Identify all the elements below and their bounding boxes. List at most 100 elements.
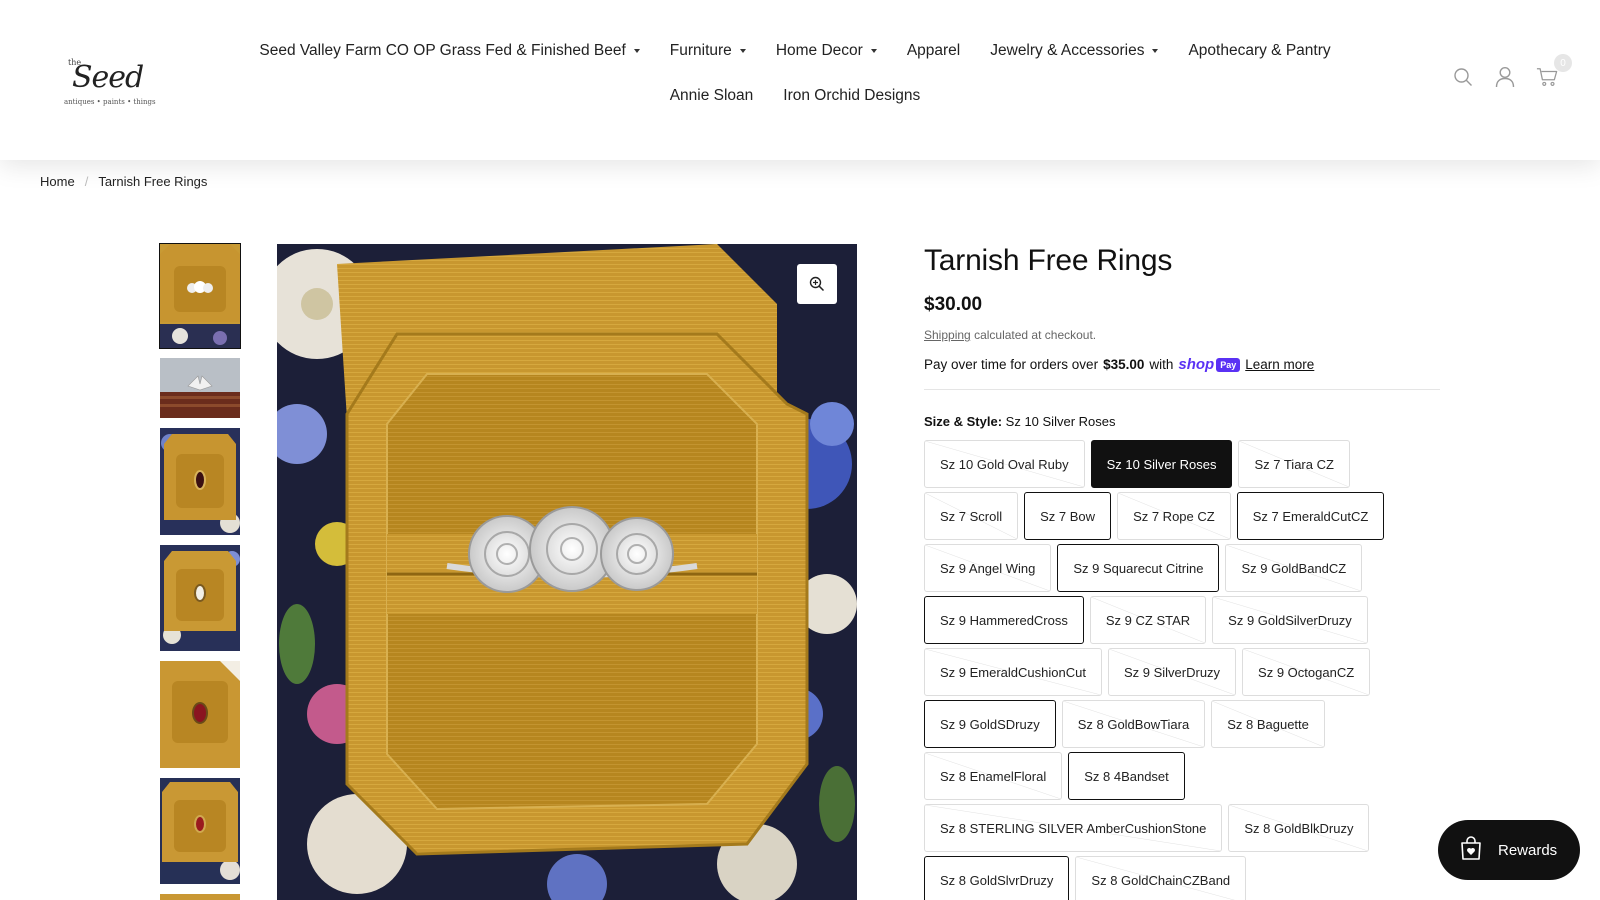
variant-option-label: Sz 7 Tiara CZ [1254,456,1334,472]
variant-option[interactable]: Sz 9 GoldSilverDruzy [1212,596,1368,644]
thumbnail-7[interactable] [160,894,240,900]
nav-item-3[interactable]: Apparel [892,40,975,62]
chevron-down-icon [633,49,640,53]
chevron-down-icon [739,49,746,53]
variant-option[interactable]: Sz 9 SilverDruzy [1107,648,1237,696]
shipping-text: calculated at checkout. [974,328,1097,342]
variant-option-label: Sz 9 Squarecut Citrine [1073,560,1204,576]
variant-option[interactable]: Sz 9 EmeraldCushionCut [924,648,1102,696]
nav-item-1[interactable]: Furniture [655,40,761,62]
option-name: Size & Style: [924,414,1003,429]
variant-option[interactable]: Sz 9 HammeredCross [924,596,1084,644]
thumbnail-4[interactable] [160,545,240,651]
variant-option-label: Sz 9 GoldSilverDruzy [1228,612,1352,628]
installments-with: with [1149,357,1174,372]
variant-option-label: Sz 7 Rope CZ [1133,508,1215,524]
nav-item-6[interactable]: Annie Sloan [655,85,769,107]
variant-option[interactable]: Sz 7 Rope CZ [1117,492,1231,540]
variant-option-label: Sz 7 Bow [1040,508,1096,524]
variant-option-label: Sz 9 Angel Wing [940,560,1036,576]
shop-pay-wordmark: shop [1178,356,1215,373]
variant-option-label: Sz 8 GoldSlvrDruzy [940,872,1054,888]
nav-item-label: Annie Sloan [669,87,754,104]
nav-item-label: Seed Valley Farm CO OP Grass Fed & Finis… [259,42,626,59]
product-title: Tarnish Free Rings [924,244,1173,277]
cart-icon[interactable]: 0 [1536,54,1572,88]
rewards-label: Rewards [1498,841,1558,859]
variant-option[interactable]: Sz 8 EnamelFloral [924,752,1063,800]
site-header: the Seed antiques • paints • things Seed… [0,0,1600,160]
variant-option[interactable]: Sz 8 GoldSlvrDruzy [924,856,1070,900]
nav-item-0[interactable]: Seed Valley Farm CO OP Grass Fed & Finis… [244,40,654,62]
product-info: Tarnish Free Rings $30.00 Shipping calcu… [924,244,1440,900]
thumbnail-6[interactable] [160,778,240,884]
variant-option-label: Sz 8 GoldBlkDruzy [1244,820,1354,836]
variant-option-label: Sz 9 GoldBandCZ [1241,560,1347,576]
chevron-down-icon [1152,49,1159,53]
installments-message: Pay over time for orders over $35.00 wit… [924,356,1440,373]
variant-option-label: Sz 8 Baguette [1227,716,1309,732]
store-logo[interactable]: the Seed antiques • paints • things [62,56,156,114]
thumbnail-1[interactable] [159,243,241,349]
variant-option[interactable]: Sz 9 GoldSDruzy [924,700,1056,748]
variant-option[interactable]: Sz 7 Bow [1024,492,1112,540]
variant-option[interactable]: Sz 8 STERLING SILVER AmberCushionStone [924,804,1223,852]
rewards-launcher[interactable]: Rewards [1438,820,1580,880]
variant-option-label: Sz 8 EnamelFloral [940,768,1047,784]
variant-option-label: Sz 9 SilverDruzy [1123,664,1221,680]
variant-option-label: Sz 9 OctoganCZ [1258,664,1355,680]
zoom-in-icon[interactable] [797,264,837,304]
main-nav: Seed Valley Farm CO OP Grass Fed & Finis… [200,40,1390,107]
variant-option[interactable]: Sz 9 OctoganCZ [1242,648,1371,696]
shipping-link[interactable]: Shipping [924,328,971,342]
main-product-image[interactable] [277,244,857,900]
breadcrumb-home[interactable]: Home [40,174,75,189]
nav-item-label: Apparel [906,42,961,59]
variant-option[interactable]: Sz 8 GoldChainCZBand [1075,856,1247,900]
divider [924,389,1440,390]
variant-option-label: Sz 10 Gold Oval Ruby [940,456,1069,472]
nav-item-7[interactable]: Iron Orchid Designs [768,85,935,107]
variant-picker: Sz 10 Gold Oval Ruby Sz 10 Silver Roses Sz… [924,440,1444,900]
variant-option[interactable]: Sz 9 Angel Wing [924,544,1052,592]
variant-option[interactable]: Sz 7 EmeraldCutCZ [1236,492,1385,540]
shopping-bag-heart-icon [1458,835,1484,865]
installments-prefix: Pay over time for orders over [924,357,1099,372]
variant-option[interactable]: Sz 8 4Bandset [1068,752,1185,800]
variant-option[interactable]: Sz 8 GoldBlkDruzy [1228,804,1370,852]
shipping-note: Shipping calculated at checkout. [924,328,1440,342]
thumbnail-list [159,243,241,900]
variant-option[interactable]: Sz 10 Silver Roses [1090,440,1233,488]
breadcrumb-current: Tarnish Free Rings [98,174,208,189]
variant-option-label: Sz 9 EmeraldCushionCut [940,664,1086,680]
variant-option-label: Sz 7 EmeraldCutCZ [1252,508,1369,524]
search-icon[interactable] [1452,66,1474,88]
nav-item-label: Jewelry & Accessories [990,42,1145,59]
variant-option-label: Sz 10 Silver Roses [1106,456,1217,472]
account-icon[interactable] [1494,66,1516,88]
thumbnail-3[interactable] [160,428,240,535]
variant-option[interactable]: Sz 8 Baguette [1211,700,1325,748]
installments-amount: $35.00 [1103,357,1145,372]
variant-option[interactable]: Sz 7 Tiara CZ [1238,440,1350,488]
shop-pay-logo: shop Pay [1178,356,1241,373]
nav-item-label: Home Decor [775,42,863,59]
variant-option[interactable]: Sz 9 Squarecut Citrine [1057,544,1220,592]
variant-option[interactable]: Sz 10 Gold Oval Ruby [924,440,1085,488]
option-selected-value: Sz 10 Silver Roses [1005,414,1116,429]
nav-item-2[interactable]: Home Decor [761,40,892,62]
nav-item-5[interactable]: Apothecary & Pantry [1173,40,1345,62]
thumbnail-5[interactable] [160,661,240,768]
variant-option-label: Sz 9 CZ STAR [1105,612,1191,628]
product-price: $30.00 [924,294,983,315]
breadcrumb-separator: / [84,174,89,189]
thumbnail-2[interactable] [160,358,240,418]
variant-option-label: Sz 7 Scroll [940,508,1003,524]
nav-item-4[interactable]: Jewelry & Accessories [975,40,1173,62]
breadcrumb: Home / Tarnish Free Rings [40,174,207,189]
variant-option[interactable]: Sz 9 CZ STAR [1089,596,1207,644]
learn-more-link[interactable]: Learn more [1245,357,1314,372]
variant-option[interactable]: Sz 7 Scroll [924,492,1019,540]
variant-option[interactable]: Sz 8 GoldBowTiara [1061,700,1206,748]
variant-option[interactable]: Sz 9 GoldBandCZ [1225,544,1363,592]
